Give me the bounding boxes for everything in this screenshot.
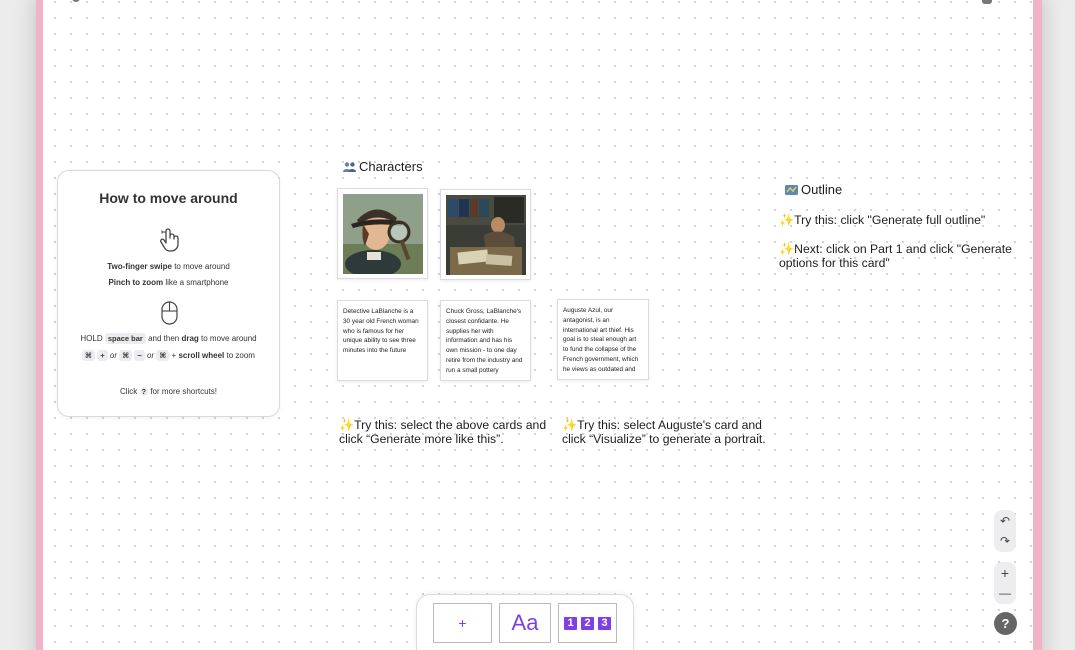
character-card-auguste[interactable]: Auguste Azul, our antagonist, is an inte… xyxy=(557,299,649,380)
list-number-1: 1 xyxy=(563,615,578,631)
help-card[interactable]: How to move around Two-finger swipe to m… xyxy=(57,170,280,417)
list-number-3: 3 xyxy=(597,615,612,631)
detective-portrait xyxy=(343,194,423,274)
redo-button[interactable]: ↷ xyxy=(994,530,1016,552)
pinch-instruction: Pinch to zoom like a smartphone xyxy=(108,278,229,287)
outline-tip-2: ✨Next: click on Part 1 and click "Genera… xyxy=(779,242,1012,270)
zoom-instruction: ⌘ + or ⌘ − or ⌘ + scroll wheel to zoom xyxy=(58,350,279,361)
generate-tip: ✨Try this: select the above cards and cl… xyxy=(339,418,547,446)
detective-portrait-card[interactable] xyxy=(337,188,428,279)
map-icon xyxy=(785,185,798,195)
help-button[interactable]: ? xyxy=(994,612,1017,635)
outline-tip-1: ✨Try this: click "Generate full outline" xyxy=(779,213,986,227)
history-controls: ↶ ↷ xyxy=(994,510,1016,552)
drag-instruction: HOLD space bar and then drag to move aro… xyxy=(80,333,257,344)
list-number-2: 2 xyxy=(580,615,595,631)
outline-title: Outline xyxy=(785,182,842,197)
informant-portrait-card[interactable] xyxy=(440,189,531,280)
add-card-button[interactable]: + xyxy=(433,603,492,643)
shortcuts-hint: Click ? for more shortcuts! xyxy=(119,387,218,396)
settings-icon[interactable] xyxy=(982,0,992,4)
add-text-button[interactable]: Aa xyxy=(499,603,551,643)
help-title: How to move around xyxy=(99,190,238,206)
people-icon xyxy=(343,162,356,172)
character-card-detective[interactable]: Detective LaBlanche is a 30 year old Fre… xyxy=(337,300,428,381)
hand-swipe-icon xyxy=(160,228,179,252)
visualize-tip: ✨Try this: select Auguste's card and cli… xyxy=(562,418,766,446)
characters-title: Characters xyxy=(343,159,423,174)
zoom-out-button[interactable]: — xyxy=(994,582,1016,604)
mouse-icon xyxy=(161,301,178,325)
informant-portrait xyxy=(446,195,526,275)
bottom-toolbar: + Aa 1 2 3 xyxy=(416,594,634,650)
character-card-chuck[interactable]: Chuck Gross, LaBlanche's closest confida… xyxy=(440,300,531,381)
undo-button[interactable]: ↶ xyxy=(994,510,1016,532)
swipe-instruction: Two-finger swipe to move around xyxy=(107,262,230,271)
add-list-button[interactable]: 1 2 3 xyxy=(558,603,617,643)
zoom-in-button[interactable]: + xyxy=(994,562,1016,584)
zoom-controls: + — xyxy=(994,562,1016,604)
